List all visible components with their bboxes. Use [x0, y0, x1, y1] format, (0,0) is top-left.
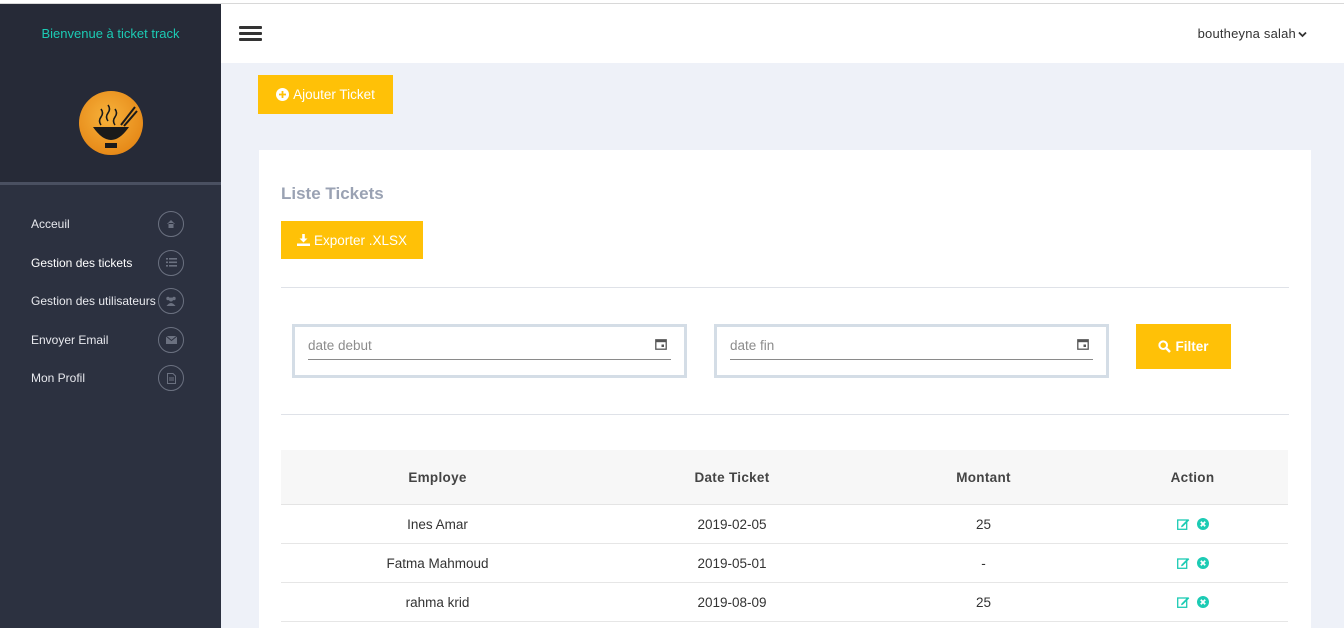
- sidebar-item-label: Gestion des utilisateurs: [31, 294, 156, 309]
- column-header-action: Action: [1170, 469, 1215, 485]
- column-header-employe[interactable]: Employe: [281, 450, 594, 504]
- export-label: Exporter .XLSX: [313, 232, 408, 248]
- cell-employe: Ines Amar: [407, 516, 468, 532]
- envelope-icon: [158, 326, 184, 353]
- welcome-text: Bienvenue à ticket track: [41, 26, 180, 41]
- list-icon: [158, 249, 184, 276]
- delete-icon[interactable]: [1196, 596, 1209, 608]
- calendar-icon[interactable]: [655, 338, 667, 353]
- cell-action: [1097, 544, 1288, 582]
- date-end-placeholder: date fin: [730, 338, 775, 353]
- divider: [281, 287, 1289, 288]
- date-end-input[interactable]: date fin: [730, 335, 1093, 360]
- sidebar-item-label: Envoyer Email: [31, 332, 109, 347]
- export-xlsx-button[interactable]: Exporter .XLSX: [281, 221, 423, 259]
- profile-file-icon: [158, 365, 184, 391]
- column-header-montant[interactable]: Montant: [870, 450, 1097, 504]
- cell-employe: Fatma Mahmoud: [386, 555, 489, 571]
- tickets-card: Liste Tickets Exporter .XLSX date debut …: [259, 150, 1311, 628]
- sidebar-item-label: Acceuil: [31, 217, 70, 232]
- sidebar-item-gestion-tickets[interactable]: Gestion des tickets: [0, 244, 221, 283]
- cell-action: [1097, 583, 1288, 621]
- table-row: rahma krid 2019-08-09 25: [281, 583, 1288, 622]
- sidebar-item-mon-profil[interactable]: Mon Profil: [0, 359, 221, 398]
- top-header: boutheyna salah: [221, 4, 1344, 63]
- card-title: Liste Tickets: [281, 184, 384, 203]
- edit-icon[interactable]: [1176, 518, 1190, 530]
- cell-date: 2019-05-01: [697, 555, 767, 571]
- edit-icon[interactable]: [1176, 596, 1190, 608]
- sidebar-item-envoyer-email[interactable]: Envoyer Email: [0, 321, 221, 360]
- tickets-table: Employe Date Ticket Montant Action Ines …: [281, 450, 1288, 622]
- add-ticket-label: Ajouter Ticket: [293, 87, 375, 102]
- divider: [281, 414, 1289, 415]
- delete-icon[interactable]: [1196, 557, 1209, 569]
- table-header: Employe Date Ticket Montant Action: [281, 450, 1288, 505]
- sidebar-item-acceuil[interactable]: Acceuil: [0, 205, 221, 244]
- home-icon: [158, 211, 184, 237]
- download-icon: [296, 234, 310, 246]
- date-start-box: date debut: [292, 324, 687, 378]
- cell-montant: 25: [975, 594, 992, 610]
- cell-montant: 25: [975, 516, 992, 532]
- table-row: Ines Amar 2019-02-05 25: [281, 505, 1288, 544]
- date-start-input[interactable]: date debut: [308, 335, 671, 360]
- sidebar-menu: Acceuil Gestion des tickets Gestion des …: [0, 185, 221, 398]
- brand-header: Bienvenue à ticket track: [0, 4, 221, 63]
- sidebar: Bienvenue à ticket track Acceuil Gestion…: [0, 4, 221, 628]
- search-icon: [1158, 340, 1172, 353]
- user-menu[interactable]: boutheyna salah: [1198, 26, 1307, 41]
- hamburger-menu-icon[interactable]: [239, 26, 262, 41]
- edit-icon[interactable]: [1176, 557, 1190, 569]
- date-start-placeholder: date debut: [308, 338, 372, 353]
- cell-date: 2019-02-05: [697, 516, 767, 532]
- cell-action: [1097, 505, 1288, 543]
- sidebar-item-label: Gestion des tickets: [31, 255, 133, 270]
- user-name: boutheyna salah: [1197, 26, 1296, 41]
- users-icon: [158, 288, 184, 314]
- sidebar-item-label: Mon Profil: [31, 371, 86, 386]
- filter-button[interactable]: Filter: [1136, 324, 1231, 369]
- profile-section: [0, 63, 221, 185]
- chevron-down-icon: [1298, 26, 1307, 41]
- cell-date: 2019-08-09: [697, 594, 767, 610]
- filter-label: Filter: [1175, 339, 1209, 354]
- date-end-box: date fin: [714, 324, 1109, 378]
- column-header-date[interactable]: Date Ticket: [594, 450, 870, 504]
- table-row: Fatma Mahmoud 2019-05-01 -: [281, 544, 1288, 583]
- sidebar-item-gestion-utilisateurs[interactable]: Gestion des utilisateurs: [0, 282, 221, 321]
- app-logo: [78, 90, 143, 155]
- add-ticket-button[interactable]: Ajouter Ticket: [258, 75, 393, 114]
- cell-employe: rahma krid: [405, 594, 470, 610]
- calendar-icon[interactable]: [1077, 338, 1089, 353]
- cell-montant: -: [981, 555, 986, 571]
- plus-circle-icon: [276, 88, 290, 101]
- delete-icon[interactable]: [1196, 518, 1209, 530]
